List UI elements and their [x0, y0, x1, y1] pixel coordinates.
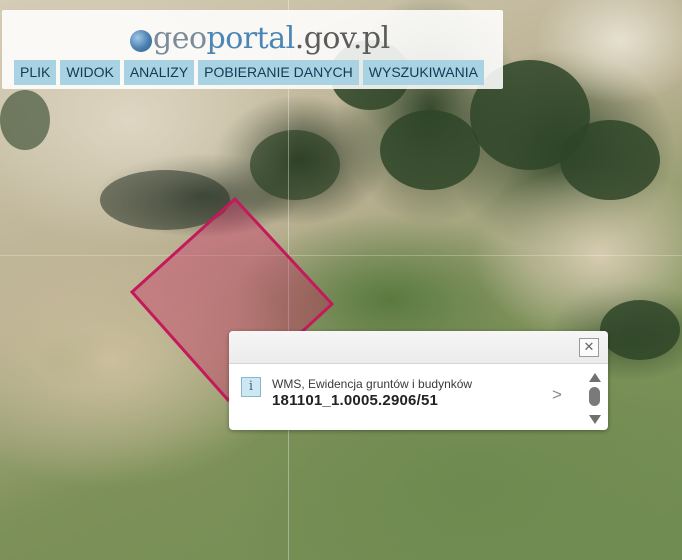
menu-item-pobieranie-danych[interactable]: POBIERANIE DANYCH	[198, 60, 359, 85]
layer-label: WMS, Ewidencja gruntów i budynków	[272, 377, 473, 391]
popup-header: ✕	[229, 331, 608, 364]
scroll-thumb[interactable]	[589, 387, 600, 406]
main-menu: PLIK WIDOK ANALIZY POBIERANIE DANYCH WYS…	[14, 60, 484, 85]
scroll-up-icon[interactable]	[589, 373, 601, 382]
chevron-right-icon[interactable]: >	[552, 385, 564, 404]
scroll-down-icon[interactable]	[589, 415, 601, 424]
menu-item-wyszukiwania[interactable]: WYSZUKIWANIA	[362, 60, 484, 85]
menu-item-analizy[interactable]: ANALIZY	[123, 60, 195, 85]
menu-item-widok[interactable]: WIDOK	[60, 60, 120, 85]
logo-domain-text: .gov.pl	[294, 21, 391, 56]
header-panel: geo portal .gov.pl PLIK WIDOK ANALIZY POBI…	[2, 10, 503, 89]
feature-info-popup: ✕ i WMS, Ewidencja gruntów i budynków 18…	[229, 331, 608, 430]
logo-geo-text: geo	[153, 21, 207, 56]
logo-portal-text: portal	[206, 21, 296, 56]
menu-item-plik[interactable]: PLIK	[14, 60, 57, 85]
parcel-id: 181101_1.0005.2906/51	[272, 392, 439, 409]
info-icon: i	[241, 377, 261, 397]
popup-scrollbar[interactable]	[587, 369, 603, 427]
close-button[interactable]: ✕	[579, 338, 599, 357]
feature-info-row[interactable]: i WMS, Ewidencja gruntów i budynków 1811…	[239, 375, 569, 415]
geoportal-logo[interactable]: geo portal .gov.pl	[130, 16, 390, 56]
globe-icon	[130, 30, 152, 52]
